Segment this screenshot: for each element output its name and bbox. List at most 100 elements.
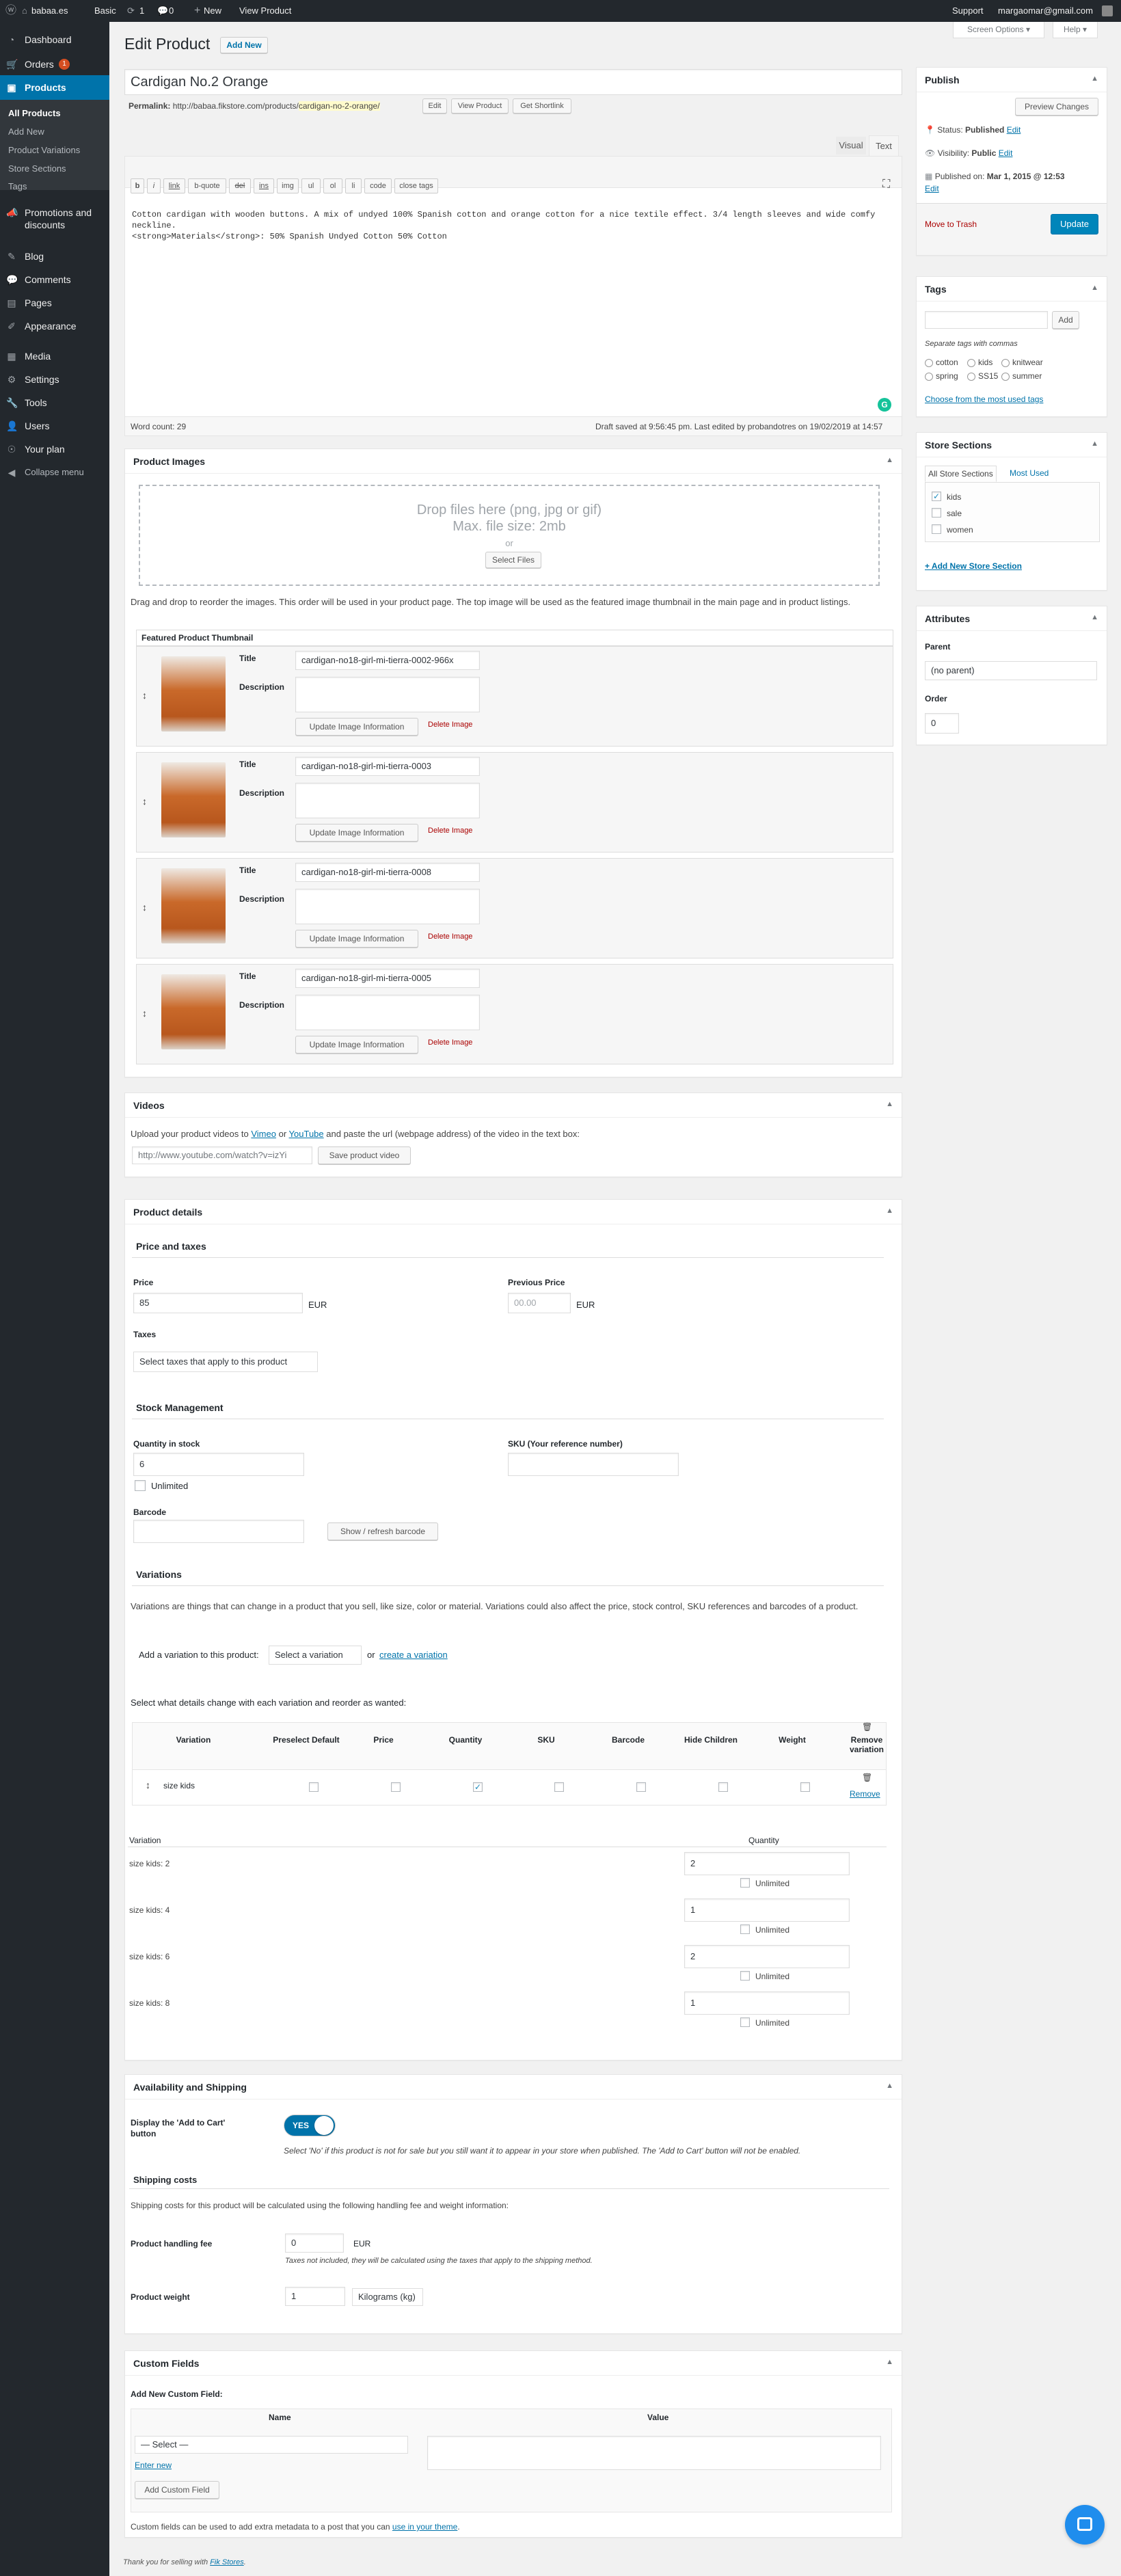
qt-del-button[interactable]: del <box>229 178 251 193</box>
variation-unlimited-checkbox[interactable] <box>740 1878 750 1888</box>
image-description-textarea[interactable] <box>295 889 480 924</box>
qt-code-button[interactable]: code <box>364 178 392 193</box>
add-to-cart-toggle[interactable]: YES <box>284 2115 336 2136</box>
previous-price-input[interactable]: 00.00 <box>508 1293 571 1313</box>
delete-image-link[interactable]: Delete Image <box>428 1038 472 1047</box>
choose-most-used-tags-link[interactable]: Choose from the most used tags <box>925 394 1043 404</box>
qt-ul-button[interactable]: ul <box>301 178 321 193</box>
tag-remove-icon[interactable] <box>925 373 933 381</box>
toggle-arrow-icon[interactable]: ▲ <box>886 456 893 464</box>
variation-unlimited-checkbox[interactable] <box>740 1924 750 1934</box>
tag-remove-icon[interactable] <box>1001 373 1010 381</box>
editor-text-area[interactable]: Cotton cardigan with wooden buttons. A m… <box>132 209 897 242</box>
permalink-base[interactable]: http://babaa.fikstore.com/products/ <box>173 101 299 111</box>
barcode-input[interactable] <box>133 1520 304 1543</box>
view-product-button[interactable]: View Product <box>451 98 509 113</box>
unlimited-checkbox[interactable] <box>135 1480 146 1491</box>
toggle-arrow-icon[interactable]: ▲ <box>886 2082 893 2090</box>
updates-icon[interactable]: ⟳ <box>127 0 135 22</box>
box-title[interactable]: Product details <box>125 1200 902 1224</box>
weight-unit-select[interactable]: Kilograms (kg) <box>352 2288 423 2306</box>
move-to-trash-link[interactable]: Move to Trash <box>925 219 977 229</box>
image-row[interactable]: ↕ Title cardigan-no18-girl-mi-tierra-000… <box>136 858 893 958</box>
drag-handle-icon[interactable]: ↕ <box>142 690 147 701</box>
help-tab[interactable]: Help ▾ <box>1053 22 1098 38</box>
vimeo-link[interactable]: Vimeo <box>251 1129 276 1139</box>
site-name-link[interactable]: babaa.es <box>31 0 68 22</box>
box-title[interactable]: Availability and Shipping <box>125 2075 902 2099</box>
add-variation-select[interactable]: Select a variation <box>269 1646 362 1665</box>
submenu-tags[interactable]: Tags <box>8 181 27 191</box>
variation-qty-input[interactable]: 2 <box>684 1945 850 1968</box>
drag-handle-icon[interactable]: ↕ <box>142 796 147 807</box>
select-files-button[interactable]: Select Files <box>485 552 541 568</box>
sku-checkbox[interactable] <box>554 1782 564 1792</box>
box-title[interactable]: Attributes <box>917 606 1107 631</box>
fullscreen-icon[interactable]: ⛶ <box>882 178 890 191</box>
box-title[interactable]: Publish <box>917 68 1107 92</box>
toggle-arrow-icon[interactable]: ▲ <box>1091 613 1098 621</box>
section-checkbox[interactable] <box>932 524 941 534</box>
qt-bquote-button[interactable]: b-quote <box>188 178 226 193</box>
image-title-input[interactable]: cardigan-no18-girl-mi-tierra-0008 <box>295 863 480 882</box>
create-variation-link[interactable]: create a variation <box>379 1650 448 1660</box>
delete-image-link[interactable]: Delete Image <box>428 827 472 835</box>
plan-link[interactable]: Basic <box>94 0 116 22</box>
box-title[interactable]: Product Images <box>125 449 902 474</box>
get-shortlink-button[interactable]: Get Shortlink <box>513 98 571 113</box>
variation-unlimited-checkbox[interactable] <box>740 2017 750 2027</box>
qt-bold-button[interactable]: b <box>131 178 144 193</box>
box-title[interactable]: Custom Fields <box>125 2351 902 2376</box>
weight-checkbox[interactable] <box>800 1782 810 1792</box>
image-row[interactable]: ↕ Title cardigan-no18-girl-mi-tierra-000… <box>136 646 893 747</box>
update-button[interactable]: Update <box>1051 214 1098 234</box>
image-description-textarea[interactable] <box>295 995 480 1030</box>
toggle-arrow-icon[interactable]: ▲ <box>886 1100 893 1108</box>
submenu-all-products[interactable]: All Products <box>8 108 61 118</box>
qt-close-tags-button[interactable]: close tags <box>394 178 438 193</box>
view-product-link[interactable]: View Product <box>239 0 291 22</box>
drag-handle-icon[interactable]: ↕ <box>146 1780 150 1790</box>
tag-remove-icon[interactable] <box>925 359 933 367</box>
price-input[interactable]: 85 <box>133 1293 303 1313</box>
tag-remove-icon[interactable] <box>967 373 975 381</box>
tab-visual[interactable]: Visual <box>836 137 866 155</box>
add-custom-field-button[interactable]: Add Custom Field <box>135 2481 219 2499</box>
submenu-product-variations[interactable]: Product Variations <box>8 145 80 155</box>
wordpress-logo-icon[interactable]: ⓦ <box>5 0 16 22</box>
delete-image-link[interactable]: Delete Image <box>428 721 472 729</box>
box-title[interactable]: Videos <box>125 1093 902 1118</box>
sku-input[interactable] <box>508 1453 679 1476</box>
price-checkbox[interactable] <box>391 1782 401 1792</box>
dropzone[interactable] <box>139 485 880 586</box>
visibility-edit-link[interactable]: Edit <box>999 148 1013 158</box>
update-image-button[interactable]: Update Image Information <box>295 930 418 948</box>
image-description-textarea[interactable] <box>295 677 480 712</box>
section-checkbox-checked[interactable]: ✓ <box>932 492 941 501</box>
video-url-input[interactable]: http://www.youtube.com/watch?v=izYi <box>132 1146 312 1164</box>
qt-img-button[interactable]: img <box>277 178 299 193</box>
support-link[interactable]: Support <box>952 0 984 22</box>
custom-field-value-textarea[interactable] <box>427 2436 881 2470</box>
parent-select[interactable]: (no parent) <box>925 661 1097 680</box>
submenu-store-sections[interactable]: Store Sections <box>8 163 66 174</box>
title-input[interactable]: Cardigan No.2 Orange <box>124 69 902 95</box>
drag-handle-icon[interactable]: ↕ <box>142 902 147 913</box>
box-title[interactable]: Store Sections <box>917 433 1107 457</box>
submenu-add-new[interactable]: Add New <box>8 126 44 137</box>
refresh-barcode-button[interactable]: Show / refresh barcode <box>327 1522 438 1540</box>
update-image-button[interactable]: Update Image Information <box>295 824 418 842</box>
tag-remove-icon[interactable] <box>1001 359 1010 367</box>
permalink-edit-button[interactable]: Edit <box>422 98 447 113</box>
qt-li-button[interactable]: li <box>345 178 362 193</box>
toggle-arrow-icon[interactable]: ▲ <box>1091 284 1098 292</box>
permalink-slug[interactable]: cardigan-no-2-orange/ <box>298 101 380 111</box>
comments-icon[interactable]: 💬 <box>157 0 168 22</box>
tab-all-store-sections[interactable]: All Store Sections <box>925 466 997 482</box>
toggle-arrow-icon[interactable]: ▲ <box>1091 440 1098 448</box>
toggle-arrow-icon[interactable]: ▲ <box>886 1207 893 1215</box>
toggle-arrow-icon[interactable]: ▲ <box>886 2358 893 2366</box>
update-image-button[interactable]: Update Image Information <box>295 718 418 736</box>
product-weight-input[interactable]: 1 <box>285 2287 345 2306</box>
toggle-arrow-icon[interactable]: ▲ <box>1091 75 1098 83</box>
